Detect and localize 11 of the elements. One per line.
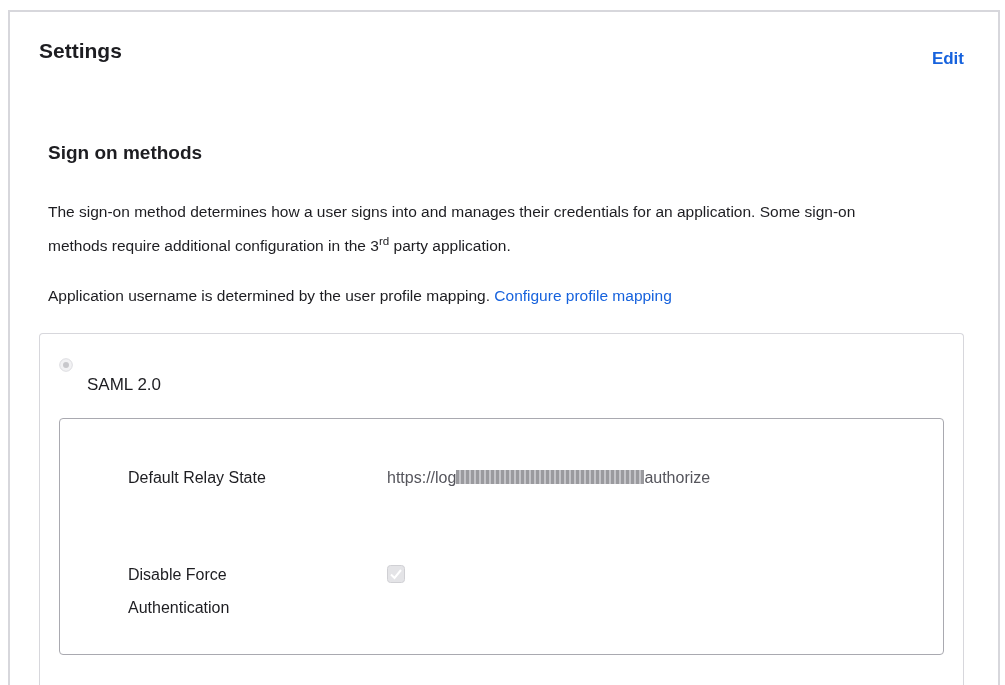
section-heading: Sign on methods	[48, 141, 204, 165]
field-value: https://log	[387, 467, 457, 488]
paragraph: Application username is determined by the user profile mapping. Configure profile mapping	[48, 286, 673, 307]
field-label: Disable Force Authentication	[128, 564, 231, 618]
method-label: SAML 2.0	[87, 374, 162, 397]
profile-mapping-link[interactable]: Configure profile mapping	[494, 287, 672, 305]
field-value: authorize	[644, 467, 711, 488]
section-title: Settings	[39, 38, 122, 64]
field-label: Default Relay State	[128, 467, 267, 488]
edit-link[interactable]: Edit	[931, 46, 964, 72]
paragraph: The sign-on method determines how a user signs into and manages their credentials for an application. Some sign-on methods require additional configuration in the 3$^{rd}$ party application.	[48, 202, 857, 257]
